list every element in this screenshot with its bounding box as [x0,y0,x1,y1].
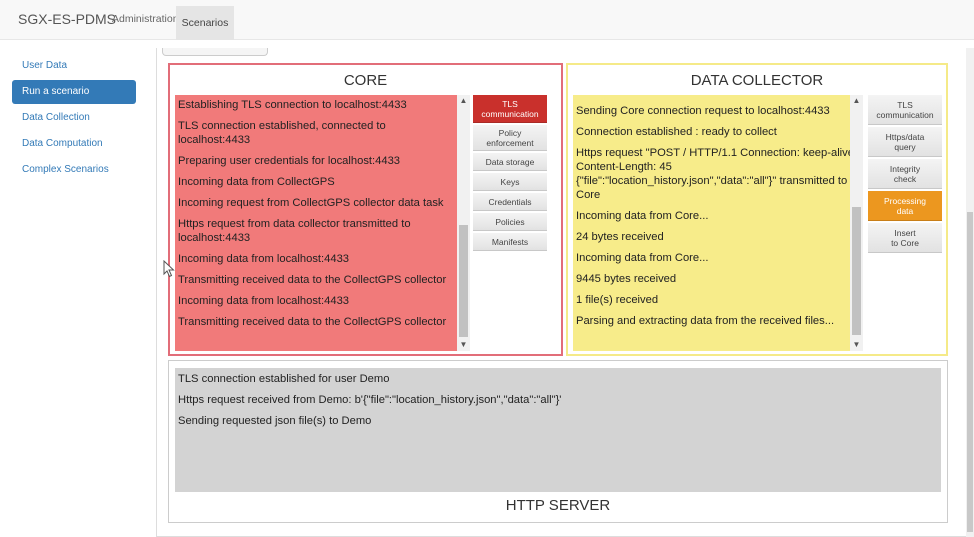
scroll-down-arrow-icon[interactable]: ▼ [457,339,470,351]
http-server-log[interactable]: TLS connection established for user Demo… [175,368,941,492]
scroll-down-arrow-icon[interactable]: ▼ [850,339,863,351]
dc-tab-integrity-check[interactable]: Integrity check [868,159,942,189]
log-line: TLS connection established for user Demo [178,373,390,385]
core-log-scroll-thumb[interactable] [459,225,468,337]
log-line: Transmitting received data to the Collec… [178,274,447,286]
dc-tab-tls-communication[interactable]: TLS communication [868,95,942,125]
core-tab-data-storage[interactable]: Data storage [473,153,547,171]
sidebar-item-user-data[interactable]: User Data [12,54,136,78]
log-line: Incoming data from localhost:4433 [178,295,350,307]
log-line: Incoming request from CollectGPS collect… [178,197,444,209]
tab-strip-fragment[interactable] [162,48,268,56]
data-collector-log-scroll-thumb[interactable] [852,207,861,335]
core-tab-policies[interactable]: Policies [473,213,547,231]
sidebar-item-data-collection[interactable]: Data Collection [12,106,136,130]
mouse-pointer-icon [163,260,175,278]
core-panel: CORE Establishing TLS connection to loca… [168,63,563,356]
log-line: Sending Core connection request to local… [576,105,830,117]
core-tab-policy-enforcement[interactable]: Policy enforcement [473,125,547,151]
core-log[interactable]: Establishing TLS connection to localhost… [175,95,459,351]
sidebar-item-run-a-scenario[interactable]: Run a scenario [12,80,136,104]
app-brand[interactable]: SGX-ES-PDMS [18,11,116,27]
dc-tab-insert-to-core[interactable]: Insert to Core [868,223,942,253]
log-line: TLS connection established, connected to… [178,120,386,146]
core-tab-column: TLS communication Policy enforcement Dat… [473,95,547,253]
page-scrollbar[interactable] [966,48,974,537]
dc-tab-processing-data[interactable]: Processing data [868,191,942,221]
log-line: Https request received from Demo: b'{"fi… [178,394,562,406]
log-line: Sending requested json file(s) to Demo [178,415,372,427]
scroll-up-arrow-icon[interactable]: ▲ [457,95,470,107]
dc-tab-https-data-query[interactable]: Https/data query [868,127,942,157]
log-line: 1 file(s) received [576,294,659,306]
scroll-up-arrow-icon[interactable]: ▲ [850,95,863,107]
sidebar-item-data-computation[interactable]: Data Computation [12,132,136,156]
log-line: Connection established : ready to collec… [576,126,777,138]
core-tab-keys[interactable]: Keys [473,173,547,191]
http-server-panel: TLS connection established for user Demo… [168,360,948,523]
log-line: Https request "POST / HTTP/1.1 Connectio… [576,147,854,201]
core-log-scrollbar[interactable]: ▲ ▼ [457,95,470,351]
core-tab-credentials[interactable]: Credentials [473,193,547,211]
nav-item-scenarios[interactable]: Scenarios [176,6,234,40]
log-line: Incoming data from CollectGPS [178,176,335,188]
top-navbar: SGX-ES-PDMS Administration Scenarios [0,0,974,40]
log-line: Parsing and extracting data from the rec… [576,315,835,327]
data-collector-log-scrollbar[interactable]: ▲ ▼ [850,95,863,351]
core-tab-manifests[interactable]: Manifests [473,233,547,251]
log-line: Transmitting received data to the Collec… [178,316,447,328]
data-collector-log[interactable]: Sending Core connection request to local… [573,95,862,351]
data-collector-panel: DATA COLLECTOR Sending Core connection r… [566,63,948,356]
nav-item-administration[interactable]: Administration [112,13,179,25]
http-server-panel-title: HTTP SERVER [505,497,611,514]
log-line: Https request from data collector transm… [178,218,411,244]
core-tab-tls-communication[interactable]: TLS communication [473,95,547,123]
log-line: Incoming data from Core... [576,252,709,264]
log-line: 24 bytes received [576,231,664,243]
data-collector-panel-title: DATA COLLECTOR [690,72,824,89]
log-line: Incoming data from Core... [576,210,709,222]
data-collector-tab-column: TLS communication Https/data query Integ… [868,95,942,255]
sidebar-item-complex-scenarios[interactable]: Complex Scenarios [12,158,136,182]
log-line: Establishing TLS connection to localhost… [178,99,407,111]
page-scrollbar-thumb[interactable] [967,212,973,532]
log-line: 9445 bytes received [576,273,677,285]
log-line: Preparing user credentials for localhost… [178,155,401,167]
log-line: Incoming data from localhost:4433 [178,253,350,265]
core-panel-title: CORE [343,72,388,89]
